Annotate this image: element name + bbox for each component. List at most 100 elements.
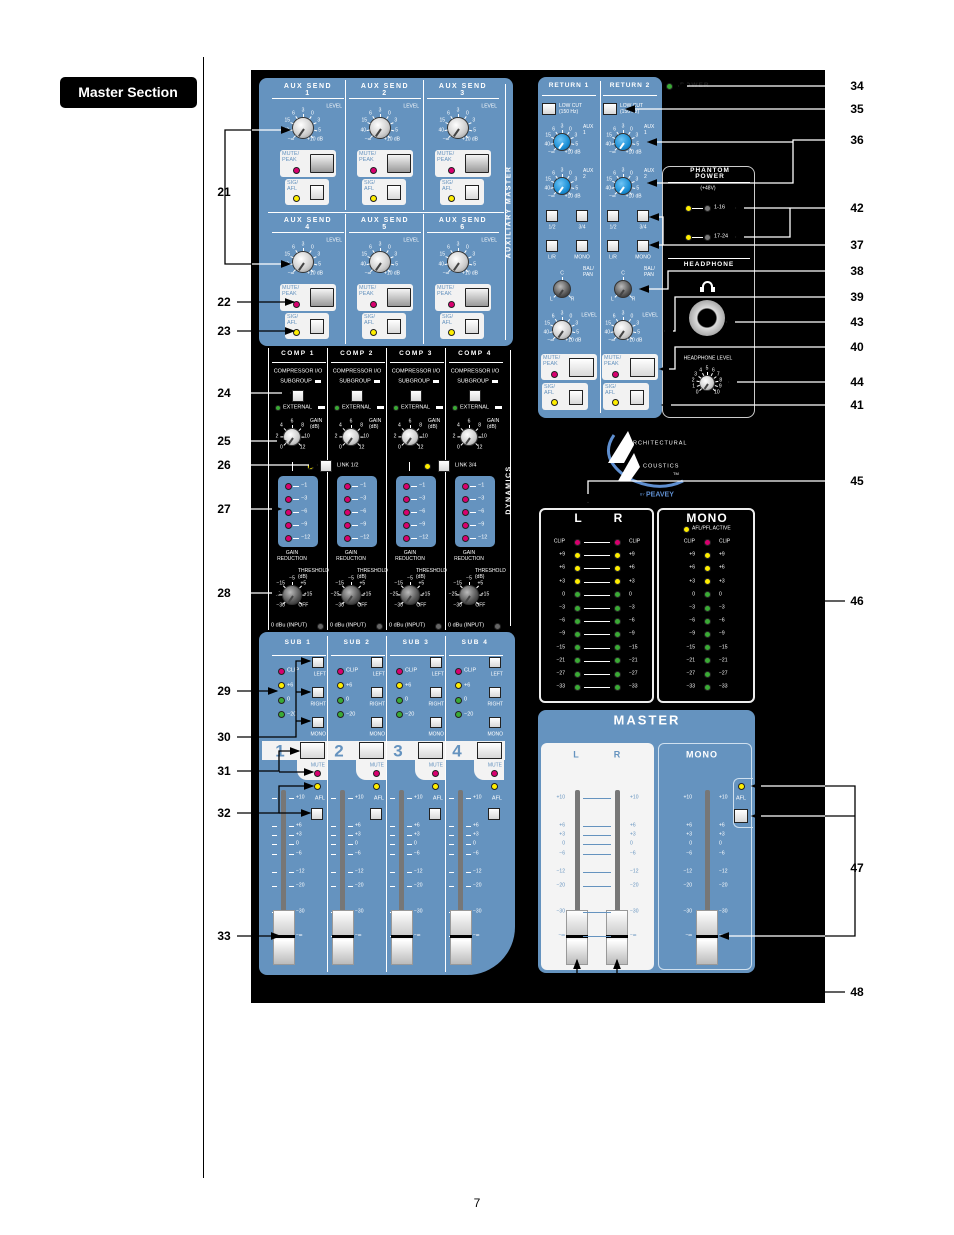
aux-mute-button[interactable] <box>465 288 489 307</box>
knob-scale-label: 0 <box>398 444 401 451</box>
input-led <box>493 622 501 630</box>
gain-reduction-led <box>461 495 469 503</box>
knob-scale-label: 40 <box>605 141 612 148</box>
assign-button-right[interactable] <box>489 687 501 698</box>
knob-scale-label: 8 <box>478 422 481 429</box>
sub-afl-button[interactable] <box>311 808 323 820</box>
assign-button-right[interactable] <box>312 687 324 698</box>
return-assign-button[interactable] <box>607 240 619 252</box>
aux-afl-button[interactable] <box>465 185 479 200</box>
knob-tick <box>622 277 624 280</box>
return-assign-button[interactable] <box>546 240 558 252</box>
gain-label: GAIN (dB) <box>487 418 500 430</box>
low-cut-button[interactable] <box>603 103 617 115</box>
master-afl-button[interactable] <box>734 809 748 823</box>
compressor-io-button[interactable] <box>469 390 481 402</box>
knob-scale-label: C <box>560 270 564 277</box>
assign-button-left[interactable] <box>312 657 324 668</box>
mute-peak-label: MUTE/ PEAK <box>543 355 561 367</box>
headphone-jack[interactable] <box>689 300 725 336</box>
aux-mute-button[interactable] <box>310 288 334 307</box>
external-led <box>275 405 281 411</box>
headphone-level-pointer <box>703 383 709 390</box>
aux-afl-button[interactable] <box>465 319 479 334</box>
assign-label: LEFT <box>372 671 385 678</box>
compressor-io-button[interactable] <box>351 390 363 402</box>
knob-scale-label: 3 <box>574 132 578 139</box>
assign-button-mono[interactable] <box>312 717 324 728</box>
aux-afl-button[interactable] <box>387 319 401 334</box>
link-button[interactable] <box>320 460 332 472</box>
logo-tm: TM <box>673 471 679 476</box>
aux-mute-button[interactable] <box>310 154 334 173</box>
assign-button-mono[interactable] <box>430 717 442 728</box>
sub-mute-button[interactable] <box>418 742 443 759</box>
aux-mute-button[interactable] <box>465 154 489 173</box>
peak-led <box>369 300 377 308</box>
knob-tick <box>291 425 293 428</box>
assign-button-left[interactable] <box>489 657 501 668</box>
aux-afl-button[interactable] <box>387 185 401 200</box>
meter-led-l <box>573 644 581 652</box>
return-afl-button[interactable] <box>630 390 644 405</box>
sub-afl-button[interactable] <box>429 808 441 820</box>
headphone-title: HEADPHONE <box>683 260 735 268</box>
mute-led <box>431 769 439 777</box>
master-scale-line <box>583 936 611 937</box>
mono-scale-right: +6 <box>719 564 725 571</box>
assign-button-mono[interactable] <box>371 717 383 728</box>
assign-button-right[interactable] <box>371 687 383 698</box>
subgroup-label: SUBGROUP <box>280 378 312 385</box>
aux-afl-button[interactable] <box>310 185 324 200</box>
return-mute-button[interactable] <box>630 358 655 377</box>
link-button[interactable] <box>438 460 450 472</box>
phantom-switch[interactable] <box>703 204 711 212</box>
low-cut-label: LOW CUT (150 Hz) <box>620 103 643 115</box>
sub-mute-button[interactable] <box>477 742 502 759</box>
comp-title-rule <box>331 362 385 363</box>
compressor-io-button[interactable] <box>410 390 422 402</box>
knob-tick <box>361 594 364 596</box>
knob-scale-label: +10 dB <box>384 136 401 143</box>
return-assign-button[interactable] <box>637 240 649 252</box>
aux-mute-button[interactable] <box>387 288 411 307</box>
sub-meter-led <box>277 682 285 689</box>
meter-led-l <box>573 591 581 599</box>
knob-scale-label: 40 <box>283 261 290 268</box>
callout-number: 26 <box>217 458 231 472</box>
return-assign-button[interactable] <box>637 210 649 222</box>
sub-afl-button[interactable] <box>488 808 500 820</box>
assign-button-right[interactable] <box>430 687 442 698</box>
knob-scale-label: 12 <box>476 444 483 451</box>
knob-tick <box>360 436 363 438</box>
return-assign-button[interactable] <box>576 210 588 222</box>
assign-button-left[interactable] <box>371 657 383 668</box>
aux-afl-button[interactable] <box>310 319 324 334</box>
phantom-switch[interactable] <box>703 233 711 241</box>
assign-button-mono[interactable] <box>489 717 501 728</box>
return-mute-button[interactable] <box>569 358 594 377</box>
return-assign-button[interactable] <box>546 210 558 222</box>
knob-scale-label: +10 dB <box>462 136 479 143</box>
sub-afl-button[interactable] <box>370 808 382 820</box>
low-cut-button[interactable] <box>542 103 556 115</box>
sub-column-divider <box>327 636 328 972</box>
aux-mute-button[interactable] <box>387 154 411 173</box>
return-assign-button[interactable] <box>607 210 619 222</box>
mute-peak-label: MUTE/ PEAK <box>437 151 455 163</box>
input-led <box>375 622 383 630</box>
assign-button-left[interactable] <box>430 657 442 668</box>
led-tick <box>352 512 358 513</box>
gain-reduction-value: −6 <box>478 508 485 515</box>
compressor-io-button[interactable] <box>292 390 304 402</box>
callout-number: 22 <box>217 295 231 309</box>
sub-mute-button[interactable] <box>300 742 325 759</box>
return-afl-button[interactable] <box>569 390 583 405</box>
fader-tick <box>407 798 412 799</box>
knob-tick <box>561 130 563 133</box>
meter-scale-left: −9 <box>559 630 565 637</box>
assign-label: MONO <box>487 731 503 738</box>
sub-mute-button[interactable] <box>359 742 384 759</box>
meter-scale-right: −6 <box>629 617 635 624</box>
return-assign-button[interactable] <box>576 240 588 252</box>
